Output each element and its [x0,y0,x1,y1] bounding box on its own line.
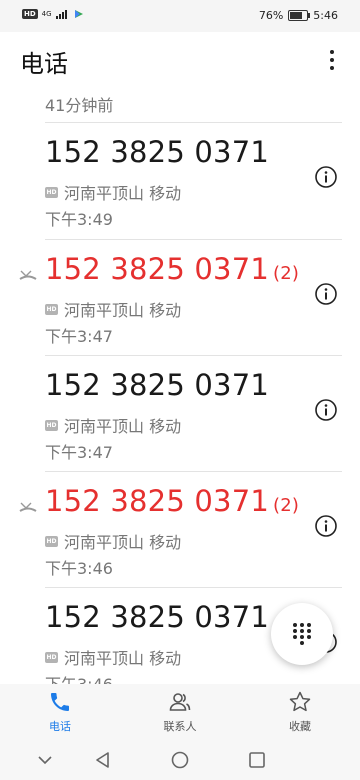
info-button[interactable] [314,282,338,306]
more-dot-icon [330,58,334,62]
more-dot-icon [330,66,334,70]
network-type: 4G [41,10,52,18]
phone-number: 152 3825 0371 [45,600,269,634]
play-store-icon [74,10,83,18]
phone-number: 152 3825 0371 [45,135,269,169]
dialpad-icon [293,623,311,645]
call-count: (2) [273,495,300,516]
info-button[interactable] [314,514,338,538]
hd-voice-icon: HD [22,9,38,19]
more-options-button[interactable] [322,44,342,76]
tab-label: 电话 [49,720,71,733]
hd-call-icon: HD [45,186,58,198]
call-count: (2) [273,263,300,284]
call-log-item[interactable]: 152 3825 0371 (2) HD 河南平顶山 移动 下午3:47 [0,240,360,356]
back-icon[interactable] [93,750,113,770]
call-log-item[interactable]: 152 3825 0371 HD 河南平顶山 移动 下午3:47 [0,356,360,472]
time-group-header: 41分钟前 [45,96,114,115]
caller-location: HD 河南平顶山 移动 [45,184,182,203]
missed-call-icon [19,502,37,512]
tab-contacts[interactable]: 联系人 [140,690,220,736]
hd-call-icon: HD [45,303,58,315]
contacts-icon [169,693,191,711]
chevron-down-icon[interactable] [35,750,55,770]
bottom-navigation: 电话 联系人 收藏 [0,684,360,740]
tab-phone[interactable]: 电话 [20,690,100,736]
caller-location: HD 河南平顶山 移动 [45,649,182,668]
star-icon [289,691,311,712]
app-bar: 电话 [0,32,360,88]
caller-location: HD 河南平顶山 移动 [45,417,182,436]
info-button[interactable] [314,398,338,422]
caller-location: HD 河南平顶山 移动 [45,533,182,552]
call-log-item[interactable]: 152 3825 0371 HD 河南平顶山 移动 下午3:49 [0,123,360,239]
dialpad-button[interactable] [271,603,333,665]
page-title: 电话 [20,50,68,78]
tab-label: 收藏 [289,720,311,733]
phone-number: 152 3825 0371 (2) [45,484,300,518]
info-button[interactable] [314,165,338,189]
call-log-list[interactable]: 41分钟前 152 3825 0371 HD 河南平顶山 移动 下午3:49 1… [0,88,360,684]
tab-label: 联系人 [163,720,197,733]
hd-call-icon: HD [45,651,58,663]
battery-percent: 76% [258,9,284,22]
call-time: 下午3:47 [45,327,113,346]
more-dot-icon [330,50,334,54]
recent-apps-icon[interactable] [247,750,267,770]
call-time: 下午3:49 [45,210,113,229]
phone-icon [51,693,69,711]
hd-call-icon: HD [45,419,58,431]
hd-call-icon: HD [45,535,58,547]
call-time: 下午3:47 [45,443,113,462]
call-time: 下午3:46 [45,559,113,578]
phone-number: 152 3825 0371 (2) [45,252,300,286]
caller-location: HD 河南平顶山 移动 [45,301,182,320]
status-right: 76% 5:46 [259,9,338,22]
clock: 5:46 [313,9,338,22]
home-icon[interactable] [170,750,190,770]
battery-icon [288,10,311,21]
status-bar: HD 4G 76% 5:46 [0,0,360,32]
status-left: HD 4G [22,9,84,19]
system-navigation-bar [0,740,360,780]
call-log-item[interactable]: 152 3825 0371 (2) HD 河南平顶山 移动 下午3:46 [0,472,360,588]
call-time: 下午3:46 [45,671,113,684]
battery-level [290,12,303,19]
phone-number: 152 3825 0371 [45,368,269,402]
missed-call-icon [19,270,37,280]
signal-icon [55,10,67,19]
tab-favorites[interactable]: 收藏 [260,690,340,736]
